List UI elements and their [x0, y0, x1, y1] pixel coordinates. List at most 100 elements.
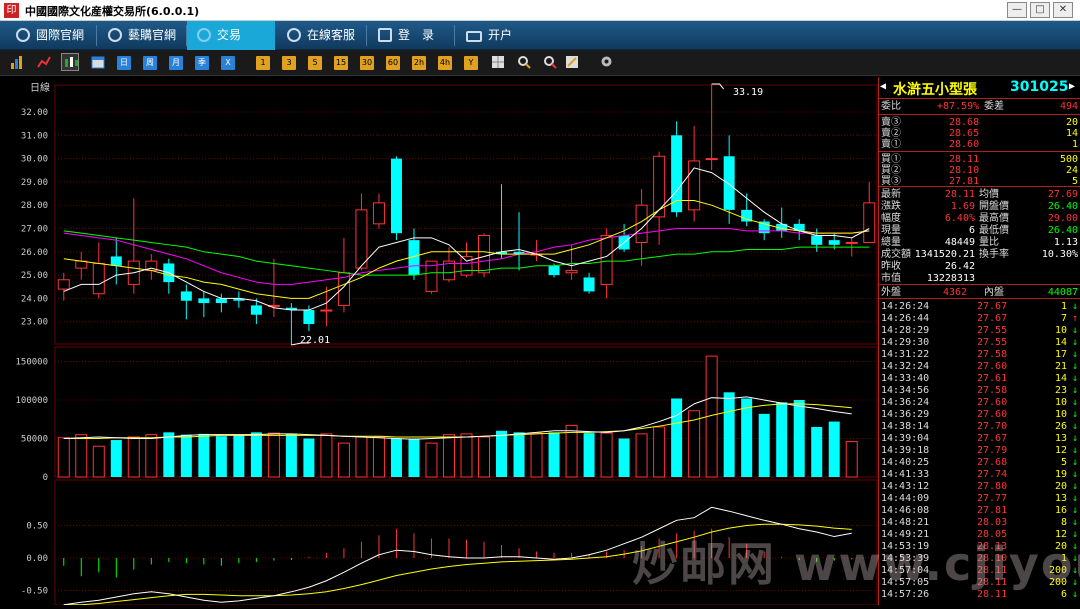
settings-grid-icon[interactable] — [491, 55, 505, 69]
tick-volume: 17 — [1054, 349, 1067, 360]
candle-body — [583, 277, 595, 292]
volume-bar — [425, 442, 438, 478]
volume-bar — [635, 433, 648, 478]
minute-5-button[interactable]: 5 — [308, 56, 322, 70]
arrow-down-icon: ↓ — [1071, 517, 1078, 528]
tick-time: 14:36:29 — [881, 409, 930, 420]
candle-body — [198, 298, 210, 304]
candle-body — [705, 158, 718, 161]
quote-stat-row: 成交額 1341520.21 換手率 10.30% — [879, 249, 1080, 260]
period-day-button[interactable]: 日 — [117, 56, 131, 70]
price-tick-label: 29.00 — [21, 178, 48, 188]
zoom-out-icon[interactable] — [543, 55, 557, 69]
candle-body — [250, 305, 262, 315]
quote-panel: ◀ 水滸五小型張 301025 ▶ 委比 +87.59% 委差 494 賣③ 28… — [878, 77, 1080, 605]
minute-60-button[interactable]: 60 — [386, 56, 400, 70]
zoom-in-icon[interactable] — [517, 55, 531, 69]
minute-1-button[interactable]: 1 — [256, 56, 270, 70]
volume-bar — [618, 438, 630, 477]
level-price: 28.65 — [949, 128, 980, 139]
period-month-button[interactable]: 月 — [169, 56, 183, 70]
tick-volume: 1 — [1060, 301, 1067, 312]
kline-chart[interactable]: 32.00 31.00 30.00 29.00 28.00 27.00 26.00 25.00… — [0, 77, 878, 606]
quote-stat-row: 市值 13228313 — [879, 273, 1080, 284]
volume-bar — [110, 440, 122, 477]
minute-15-button[interactable]: 15 — [334, 56, 348, 70]
arrow-down-icon: ↓ — [1071, 457, 1078, 468]
level-label: 買② — [881, 165, 901, 176]
tick-row: 14:36:29 27.60 10 ↓ — [879, 409, 1080, 420]
tick-time: 14:41:33 — [881, 469, 930, 480]
stat-value: 26.42 — [944, 261, 975, 272]
tick-time: 14:28:29 — [881, 325, 930, 336]
ma5-line — [63, 167, 870, 311]
quote-stat-row: 最新 28.11 均價 27.69 — [879, 189, 1080, 200]
volume-bar — [565, 424, 578, 478]
level-price: 28.11 — [949, 154, 980, 165]
level-label: 買① — [881, 154, 901, 165]
minute-30-button[interactable]: 30 — [360, 56, 374, 70]
period-week-button[interactable]: 周 — [143, 56, 157, 70]
gear-icon[interactable] — [599, 54, 614, 69]
candle-body — [845, 241, 858, 244]
nav-tab-open-account[interactable]: 开户 — [466, 21, 512, 50]
stat-value: 6.40% — [944, 213, 975, 224]
stat-label: 幅度 — [881, 213, 901, 224]
line-chart-icon[interactable] — [37, 55, 51, 69]
price-tick-label: 28.00 — [21, 201, 48, 211]
outer-inner-row: 外盤 4362 內盤 44087 — [881, 287, 1078, 298]
level-label: 賣② — [881, 128, 901, 139]
tick-row: 14:36:24 27.60 10 ↓ — [879, 397, 1080, 408]
nav-tab-trade[interactable]: 交易 — [187, 21, 275, 50]
minimize-button[interactable]: — — [1007, 2, 1027, 18]
draw-tool-icon[interactable] — [565, 55, 579, 69]
year-button[interactable]: Y — [464, 56, 478, 70]
tick-time: 14:34:56 — [881, 385, 930, 396]
candlestick-icon[interactable] — [61, 53, 79, 71]
next-stock-icon[interactable]: ▶ — [1069, 81, 1075, 92]
candle-body — [355, 209, 368, 269]
nav-tab-label: 國際官網 — [36, 28, 85, 42]
volume-bar — [250, 432, 262, 477]
nav-tab-login[interactable]: 登 录 — [378, 21, 434, 50]
period-quarter-button[interactable]: 季 — [195, 56, 209, 70]
chart-area[interactable]: 32.00 31.00 30.00 29.00 28.00 27.00 26.00 25.00… — [0, 77, 878, 606]
tick-price: 27.60 — [977, 397, 1008, 408]
hour-4-button[interactable]: 4h — [438, 56, 452, 70]
volume-bar — [741, 398, 753, 477]
volume-bar — [57, 437, 70, 478]
volume-bar — [267, 432, 280, 478]
nav-tab-support[interactable]: 在線客服 — [287, 21, 355, 50]
period-x-button[interactable]: X — [221, 56, 235, 70]
stat-value: 10.30% — [1041, 249, 1078, 260]
bar-chart-icon[interactable] — [10, 55, 24, 69]
account-icon — [466, 31, 482, 42]
volume-bar — [372, 436, 385, 478]
tick-volume: 14 — [1054, 373, 1067, 384]
maximize-button[interactable]: □ — [1030, 2, 1050, 18]
prev-stock-icon[interactable]: ◀ — [880, 81, 886, 92]
tick-time: 14:32:24 — [881, 361, 930, 372]
calendar-icon[interactable] — [91, 55, 105, 69]
nav-tab-intl-site[interactable]: 國際官網 — [16, 21, 84, 50]
tick-price: 27.55 — [977, 325, 1008, 336]
nav-tab-label: 登 录 — [398, 28, 435, 42]
minute-3-button[interactable]: 3 — [282, 56, 296, 70]
candle-body — [828, 240, 840, 245]
stat-label: 昨收 — [881, 261, 901, 272]
close-button[interactable]: ✕ — [1053, 2, 1073, 18]
stock-code: 301025 — [1010, 79, 1069, 95]
volume-bar — [355, 436, 368, 478]
hour-2-button[interactable]: 2h — [412, 56, 426, 70]
volume-bar — [92, 445, 105, 478]
tick-volume: 5 — [1060, 457, 1067, 468]
tick-price: 27.60 — [977, 361, 1008, 372]
nav-tab-art-site[interactable]: 藝購官網 — [108, 21, 176, 50]
stat-label: 現量 — [881, 225, 901, 236]
stat-value: 28.11 — [944, 189, 975, 200]
tick-price: 27.70 — [977, 421, 1008, 432]
sell-level-row: 賣① 28.60 1 — [879, 139, 1080, 150]
link-icon — [108, 28, 122, 42]
price-tick-label: 23.00 — [21, 318, 48, 328]
volume-bar — [408, 438, 420, 477]
